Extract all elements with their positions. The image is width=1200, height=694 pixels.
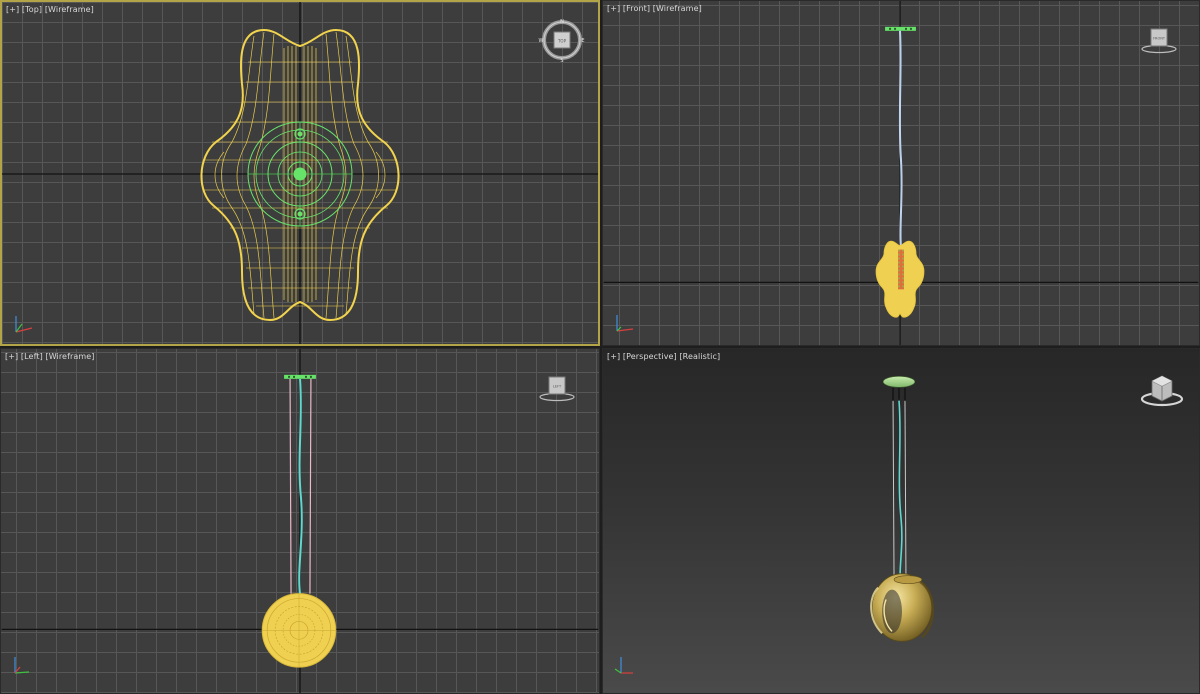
viewport-view-label[interactable]: [Front] (623, 4, 650, 13)
suspension-cable-left (892, 400, 895, 580)
viewport-label-left: [+] [Left] [Wireframe] (5, 352, 95, 361)
compass-east: E (581, 38, 584, 44)
viewport-menu-button[interactable]: [+] (607, 352, 620, 361)
compass-north: N (560, 19, 564, 25)
viewport-menu-button[interactable]: [+] (5, 352, 18, 361)
lamp-shaded (870, 573, 935, 642)
axis-tripod-icon (14, 657, 30, 674)
viewcube-icon[interactable] (1139, 369, 1185, 409)
viewport-view-label[interactable]: [Left] (21, 352, 43, 361)
left-view-scene (1, 349, 599, 693)
power-cable (898, 400, 903, 584)
viewport-shading-label[interactable]: [Wireframe] (45, 5, 94, 14)
viewport-view-label[interactable]: [Top] (22, 5, 42, 14)
viewport-shading-label[interactable]: [Wireframe] (653, 4, 702, 13)
suspension-cable-right (904, 400, 907, 580)
compass-west: W (539, 38, 544, 44)
suspension-cable-left (289, 378, 292, 594)
viewport-front[interactable]: [+] [Front] [Wireframe] FRONT (602, 0, 1200, 346)
viewport-left[interactable]: [+] [Left] [Wireframe] LEFT (0, 348, 600, 694)
front-view-scene (603, 1, 1199, 345)
viewcube-face-label: LEFT (553, 385, 562, 389)
compass-viewcube[interactable]: TOP N S E W (538, 16, 586, 64)
lamp-wireframe-left (261, 593, 337, 668)
axis-tripod-icon (614, 657, 633, 674)
perspective-scene (870, 376, 935, 642)
viewport-shading-label[interactable]: [Realistic] (679, 352, 720, 361)
viewport-top[interactable]: [+] [Top] [Wireframe] TOP N S E W (0, 0, 600, 346)
selection-wire-top (247, 121, 353, 227)
viewcube-face-label: TOP (557, 39, 567, 44)
viewport-label-perspective: [+] [Perspective] [Realistic] (607, 352, 720, 361)
viewcube-face-label: FRONT (1153, 37, 1166, 41)
suspension-cable-right (309, 378, 312, 594)
viewport-view-label[interactable]: [Perspective] (623, 352, 677, 361)
viewcube-icon[interactable]: FRONT (1139, 25, 1179, 55)
lamp-core-front (898, 249, 904, 290)
viewcube-icon[interactable]: LEFT (537, 373, 577, 403)
compass-south: S (560, 58, 563, 64)
viewport-label-front: [+] [Front] [Wireframe] (607, 4, 702, 13)
viewport-menu-button[interactable]: [+] (607, 4, 620, 13)
viewport-label-top: [+] [Top] [Wireframe] (6, 5, 94, 14)
canopy-shaded (882, 376, 916, 402)
viewport-shading-label[interactable]: [Wireframe] (45, 352, 94, 361)
viewport-menu-button[interactable]: [+] (6, 5, 19, 14)
top-view-scene (2, 2, 598, 344)
axis-tripod-icon (616, 315, 634, 332)
viewport-perspective[interactable]: [+] [Perspective] [Realistic] (602, 348, 1200, 694)
axis-tripod-icon (15, 316, 33, 333)
